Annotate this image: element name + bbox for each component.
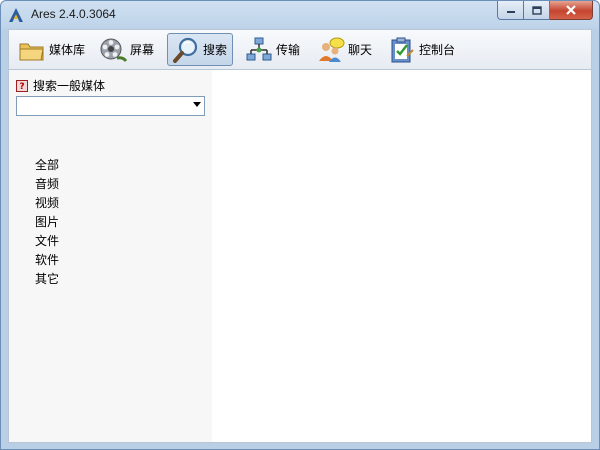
close-icon [566, 5, 576, 15]
toolbar-label: 屏幕 [130, 43, 155, 57]
maximize-icon [531, 5, 542, 15]
title-bar[interactable]: Ares 2.4.0.3064 [1, 1, 599, 29]
close-button[interactable] [550, 1, 593, 20]
category-item-video[interactable]: 视频 [35, 194, 59, 213]
minimize-icon [506, 11, 515, 13]
category-item-all[interactable]: 全部 [35, 156, 59, 175]
toolbar-label: 聊天 [348, 43, 373, 57]
film-reel-icon [99, 36, 127, 64]
main-content: ? 搜索一般媒体 全部 音频 视频 图片 文件 软件 其它 [8, 69, 592, 443]
toolbar-search-button[interactable]: 搜索 [167, 33, 234, 66]
category-item-audio[interactable]: 音频 [35, 175, 59, 194]
network-transfer-icon [245, 36, 273, 64]
window-title: Ares 2.4.0.3064 [31, 7, 116, 21]
folder-icon [18, 36, 46, 64]
chat-users-icon [317, 36, 345, 64]
category-item-software[interactable]: 软件 [35, 251, 59, 270]
category-item-other[interactable]: 其它 [35, 270, 59, 289]
dropdown-arrow-icon[interactable] [193, 102, 201, 107]
media-search-combo[interactable] [16, 96, 205, 116]
category-item-document[interactable]: 文件 [35, 232, 59, 251]
search-results-area [212, 70, 591, 442]
minimize-button[interactable] [497, 1, 524, 20]
toolbar-label: 媒体库 [49, 43, 86, 57]
toolbar-label: 控制台 [419, 43, 456, 57]
main-toolbar: 媒体库 屏幕 搜索 传输 聊天 控制台 [8, 29, 592, 69]
toolbar-transfer-button[interactable]: 传输 [241, 33, 305, 66]
help-icon[interactable]: ? [16, 79, 28, 92]
search-panel: ? 搜索一般媒体 全部 音频 视频 图片 文件 软件 其它 [9, 70, 212, 442]
toolbar-screen-button[interactable]: 屏幕 [95, 33, 159, 66]
maximize-button[interactable] [524, 1, 550, 20]
clipboard-check-icon [388, 36, 416, 64]
magnifier-icon [172, 36, 200, 64]
toolbar-label: 传输 [276, 43, 301, 57]
app-window: Ares 2.4.0.3064 媒体库 屏幕 搜索 传输 聊天 控制台 ? 搜索… [0, 0, 600, 450]
toolbar-library-button[interactable]: 媒体库 [14, 33, 90, 66]
toolbar-label: 搜索 [203, 43, 228, 57]
category-list: 全部 音频 视频 图片 文件 软件 其它 [35, 156, 59, 289]
toolbar-chat-button[interactable]: 聊天 [313, 33, 377, 66]
toolbar-console-button[interactable]: 控制台 [384, 33, 460, 66]
ares-logo-icon [9, 8, 23, 22]
category-item-image[interactable]: 图片 [35, 213, 59, 232]
search-title: 搜索一般媒体 [33, 79, 106, 93]
